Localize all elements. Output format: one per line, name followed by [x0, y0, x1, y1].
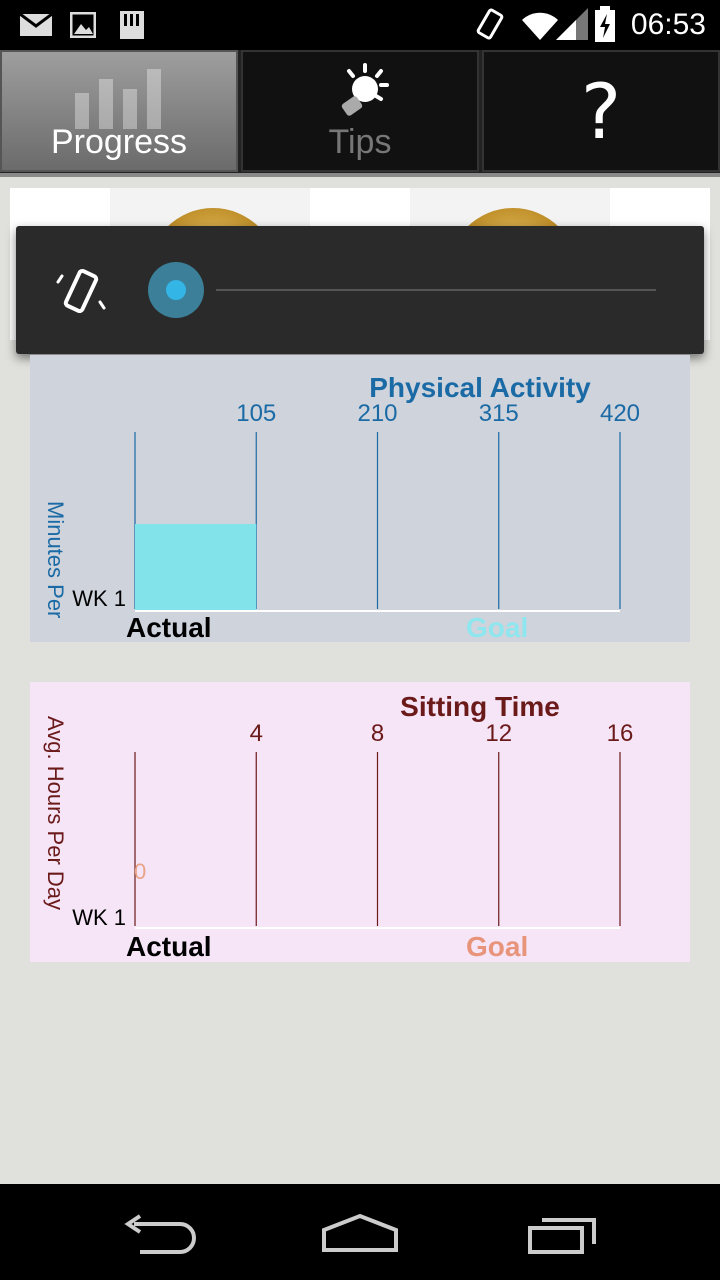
- pa-tick-label: 315: [479, 400, 519, 427]
- pa-tick-label: 210: [357, 400, 397, 427]
- volume-slider-track[interactable]: [216, 289, 656, 291]
- email-icon: [20, 14, 52, 36]
- tab-bar: Progress Tips ?: [0, 50, 720, 175]
- sd-card-icon: [120, 11, 144, 39]
- vibrate-icon: [56, 268, 106, 314]
- status-bar: 06:53: [0, 0, 720, 50]
- sitting-time-chart: Sitting Time 4 8 12 16 Avg. Hours Per Day 0…: [30, 682, 690, 962]
- pa-legend-actual: Actual: [126, 612, 212, 642]
- bar-chart-icon: [75, 69, 161, 129]
- help-icon: ?: [580, 66, 622, 156]
- st-legend-goal: Goal: [466, 931, 528, 962]
- st-value-label: 0: [134, 859, 146, 884]
- recents-icon[interactable]: [526, 1214, 598, 1256]
- tab-underline: [0, 173, 720, 177]
- wifi-icon: [522, 12, 558, 40]
- physical-activity-chart: Physical Activity 105 210 315 420 Minutes P…: [30, 355, 690, 643]
- tab-help[interactable]: ?: [482, 50, 720, 172]
- tab-tips[interactable]: Tips: [241, 50, 479, 172]
- st-row-label: WK 1: [72, 905, 126, 930]
- pa-title: Physical Activity: [369, 372, 591, 403]
- home-icon[interactable]: [320, 1212, 400, 1254]
- st-tick-label: 4: [250, 720, 263, 747]
- volume-dialog: [16, 226, 704, 354]
- volume-slider-thumb[interactable]: [148, 262, 204, 318]
- pa-ylabel: Minutes Per: [43, 501, 68, 618]
- vibrate-icon: [476, 8, 504, 40]
- st-title: Sitting Time: [400, 691, 560, 722]
- physical-activity-svg: Physical Activity 105 210 315 420 Minutes P…: [43, 372, 640, 643]
- st-tick-label: 8: [371, 720, 384, 747]
- st-tick-label: 16: [607, 720, 634, 747]
- tab-tips-label: Tips: [328, 123, 392, 161]
- st-legend-actual: Actual: [126, 931, 212, 962]
- st-tick-label: 12: [485, 720, 512, 747]
- navigation-bar: [0, 1184, 720, 1280]
- sitting-time-svg: Sitting Time 4 8 12 16 Avg. Hours Per Day 0…: [43, 691, 634, 962]
- image-icon: [70, 12, 96, 38]
- pa-tick-label: 420: [600, 400, 640, 427]
- lightbulb-icon: [341, 63, 389, 116]
- st-ylabel: Avg. Hours Per Day: [43, 716, 68, 910]
- pa-row-label: WK 1: [72, 586, 126, 611]
- back-icon[interactable]: [120, 1214, 196, 1254]
- pa-tick-label: 105: [236, 400, 276, 427]
- signal-icon: [556, 8, 588, 40]
- pa-legend-goal: Goal: [466, 612, 528, 642]
- tab-progress[interactable]: Progress: [0, 50, 238, 172]
- pa-bar-wk1: [135, 524, 257, 611]
- battery-charging-icon: [595, 6, 615, 42]
- clock: 06:53: [630, 8, 706, 41]
